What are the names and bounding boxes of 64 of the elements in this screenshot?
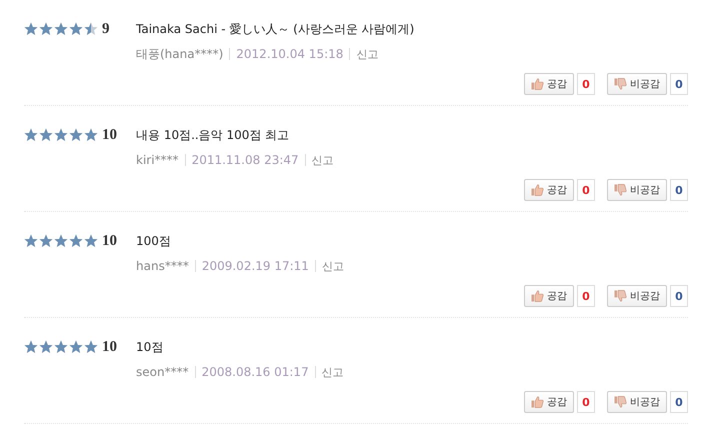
vote-count: 0 — [577, 179, 595, 201]
agree-button[interactable]: 공감 — [524, 179, 574, 201]
vote-count: 0 — [670, 285, 688, 307]
author-name: kiri**** — [136, 153, 179, 167]
thumbs-down-icon — [614, 184, 627, 196]
vote-count: 0 — [577, 73, 595, 95]
vote-count: 0 — [670, 179, 688, 201]
thumbs-up-icon — [531, 290, 544, 302]
score: 10 — [102, 232, 118, 250]
score: 10 — [102, 126, 118, 144]
disagree-button[interactable]: 비공감 — [607, 179, 667, 201]
disagree-button[interactable]: 비공감 — [607, 285, 667, 307]
report-link[interactable]: 신고 — [312, 152, 334, 168]
review-text: 10점 — [136, 338, 164, 356]
star-icon — [24, 22, 38, 36]
thumbs-down-icon — [614, 396, 627, 408]
vote-count: 0 — [577, 391, 595, 413]
star-icon — [24, 340, 38, 354]
score: 9 — [102, 20, 110, 38]
star-icon — [24, 128, 38, 142]
thumbs-up-icon — [531, 184, 544, 196]
score: 10 — [102, 338, 118, 356]
disagree-button[interactable]: 비공감 — [607, 391, 667, 413]
star-icon — [39, 22, 53, 36]
author-name: seon**** — [136, 365, 189, 379]
agree-button[interactable]: 공감 — [524, 391, 574, 413]
star-icon — [39, 340, 53, 354]
star-icon — [39, 234, 53, 248]
star-icon — [39, 128, 53, 142]
review-text: 100점 — [136, 232, 171, 250]
review-text: Tainaka Sachi - 愛しい人～ (사랑스러운 사람에게) — [136, 20, 414, 38]
review-date: 2009.02.19 17:11 — [202, 259, 309, 273]
star-icon — [54, 22, 68, 36]
star-icon — [54, 128, 68, 142]
author-name: 태풍(hana****) — [136, 46, 224, 62]
review-date: 2008.08.16 01:17 — [202, 365, 309, 379]
star-icon — [54, 340, 68, 354]
vote-count: 0 — [670, 391, 688, 413]
author-name: hans**** — [136, 259, 189, 273]
star-icon — [84, 234, 98, 248]
agree-button[interactable]: 공감 — [524, 73, 574, 95]
thumbs-down-icon — [614, 290, 627, 302]
thumbs-up-icon — [531, 78, 544, 90]
star-icon — [69, 128, 83, 142]
vote-count: 0 — [577, 285, 595, 307]
review-date: 2011.11.08 23:47 — [192, 153, 299, 167]
star-icon — [54, 234, 68, 248]
report-link[interactable]: 신고 — [356, 46, 378, 62]
star-icon — [69, 234, 83, 248]
star-icon — [84, 128, 98, 142]
thumbs-down-icon — [614, 78, 627, 90]
star-icon — [84, 340, 98, 354]
vote-count: 0 — [670, 73, 688, 95]
review-text: 내용 10점..음악 100점 최고 — [136, 126, 290, 144]
star-icon — [69, 340, 83, 354]
disagree-button[interactable]: 비공감 — [607, 73, 667, 95]
star-icon — [84, 22, 98, 36]
star-icon — [69, 22, 83, 36]
agree-button[interactable]: 공감 — [524, 285, 574, 307]
report-link[interactable]: 신고 — [322, 258, 344, 274]
report-link[interactable]: 신고 — [322, 364, 344, 380]
review-date: 2012.10.04 15:18 — [236, 47, 344, 61]
star-icon — [24, 234, 38, 248]
thumbs-up-icon — [531, 396, 544, 408]
